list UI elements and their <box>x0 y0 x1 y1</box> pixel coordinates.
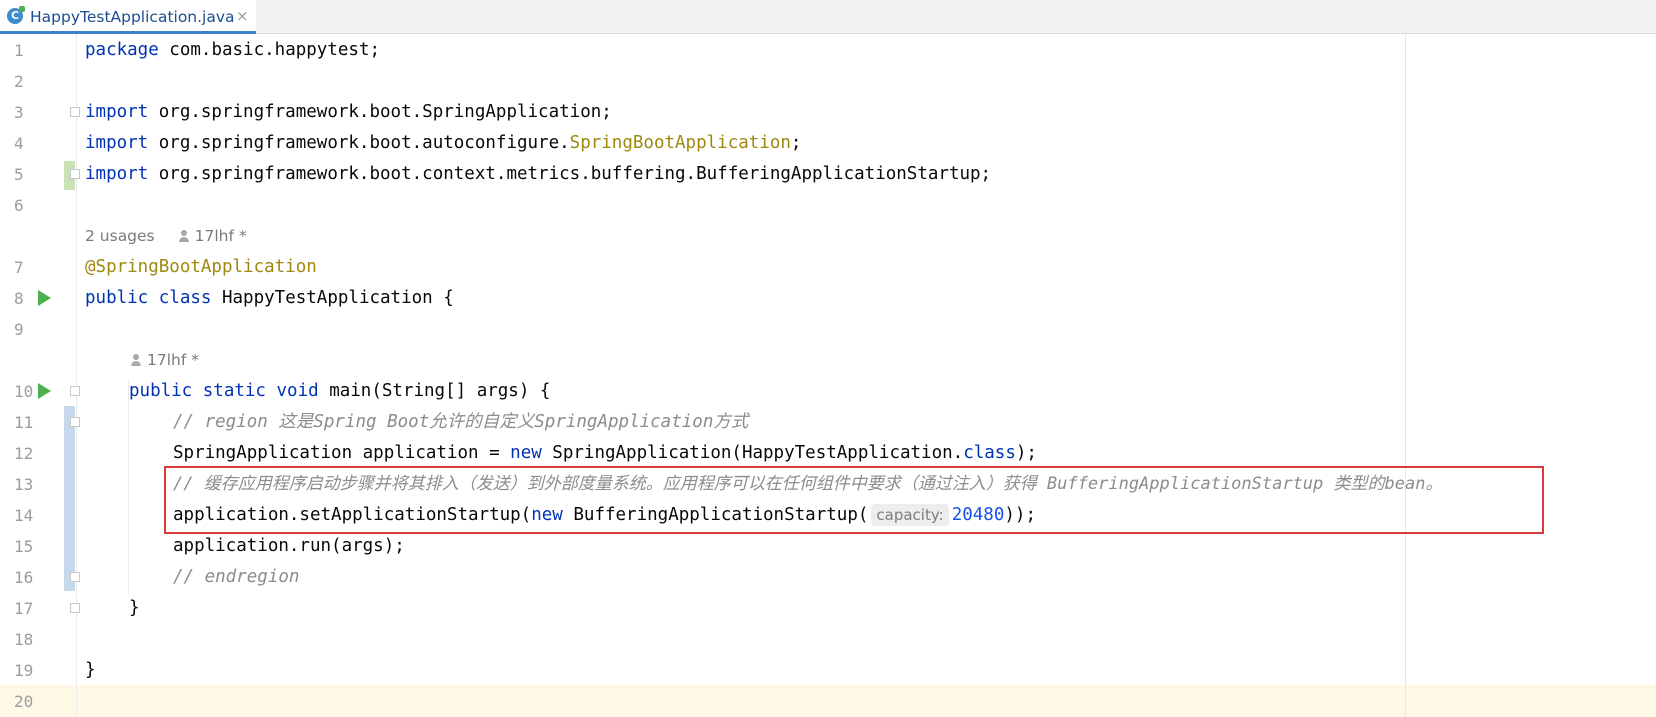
line-number: 10 <box>14 382 34 401</box>
editor-gutter <box>0 34 76 717</box>
gutter-separator <box>76 34 77 717</box>
keyword: new <box>510 443 542 463</box>
keyword: import <box>85 164 149 184</box>
tab-label: HappyTestApplication.java <box>30 8 235 26</box>
code-line[interactable]: } <box>129 593 140 624</box>
code-line[interactable]: } <box>85 655 96 686</box>
fold-icon[interactable] <box>70 386 80 396</box>
indent-guide <box>128 380 129 594</box>
code-line[interactable]: @SpringBootApplication <box>85 252 317 283</box>
code-text: ); <box>1015 443 1037 463</box>
code-text: main(String[] args) { <box>318 381 551 401</box>
code-text: com.basic.happytest; <box>158 40 381 60</box>
usages-hint[interactable]: 2 usages <box>85 227 155 245</box>
code-line[interactable]: public class HappyTestApplication { <box>85 283 454 314</box>
code-text: org.springframework.boot.SpringApplicati… <box>148 102 612 122</box>
code-text: SpringApplication(HappyTestApplication. <box>541 443 964 463</box>
line-number: 3 <box>14 103 24 122</box>
code-line[interactable]: import org.springframework.boot.SpringAp… <box>85 97 612 128</box>
line-number: 5 <box>14 165 24 184</box>
person-icon <box>178 230 189 242</box>
line-number: 4 <box>14 134 24 153</box>
right-margin-guide <box>1405 34 1406 717</box>
keyword: import <box>85 102 149 122</box>
fold-icon[interactable] <box>70 107 80 117</box>
annotation: @SpringBootApplication <box>85 257 317 277</box>
keyword: public class <box>85 288 212 308</box>
line-number: 13 <box>14 475 34 494</box>
code-vision-hint[interactable]: 17lhf * <box>131 345 199 376</box>
code-text: application.run(args); <box>173 536 405 556</box>
line-number: 14 <box>14 506 34 525</box>
code-line[interactable]: import org.springframework.boot.autoconf… <box>85 128 801 159</box>
line-number: 20 <box>14 692 34 711</box>
line-number: 12 <box>14 444 34 463</box>
run-icon[interactable] <box>38 383 51 399</box>
editor-tab-bar: C HappyTestApplication.java × <box>0 0 1656 34</box>
line-number: 19 <box>14 661 34 680</box>
fold-icon[interactable] <box>70 417 80 427</box>
line-number: 1 <box>14 41 24 60</box>
keyword: public static void <box>129 381 319 401</box>
comment: // region 这是Spring Boot允许的自定义SpringAppli… <box>173 412 749 432</box>
line-number: 9 <box>14 320 24 339</box>
java-class-icon: C <box>7 6 25 24</box>
run-icon[interactable] <box>38 290 51 306</box>
code-line[interactable]: import org.springframework.boot.context.… <box>85 159 991 190</box>
line-number: 2 <box>14 72 24 91</box>
author-hint[interactable]: 17lhf * <box>195 227 247 245</box>
line-number: 15 <box>14 537 34 556</box>
line-number: 18 <box>14 630 34 649</box>
line-number: 7 <box>14 258 24 277</box>
keyword: class <box>963 443 1016 463</box>
close-icon[interactable]: × <box>236 7 249 25</box>
code-line[interactable]: application.run(args); <box>173 531 405 562</box>
code-text: } <box>129 598 140 618</box>
code-line[interactable]: package com.basic.happytest; <box>85 35 380 66</box>
line-number: 6 <box>14 196 24 215</box>
line-number: 16 <box>14 568 34 587</box>
code-text: HappyTestApplication { <box>211 288 454 308</box>
line-number: 8 <box>14 289 24 308</box>
code-text: ; <box>790 133 802 153</box>
person-icon <box>131 354 141 366</box>
code-text: SpringApplication application = <box>173 443 511 463</box>
code-vision-hint[interactable]: 2 usages 17lhf * <box>85 221 247 252</box>
line-number: 17 <box>14 599 34 618</box>
annotation-reference: SpringBootApplication <box>569 133 791 153</box>
fold-icon[interactable] <box>70 603 80 613</box>
author-hint[interactable]: 17lhf * <box>147 351 199 369</box>
keyword: import <box>85 133 149 153</box>
code-line[interactable]: // endregion <box>173 562 299 593</box>
code-text: } <box>85 660 96 680</box>
comment: // endregion <box>173 567 300 587</box>
fold-icon[interactable] <box>70 572 80 582</box>
tab-happytestapplication[interactable]: C HappyTestApplication.java × <box>0 0 256 34</box>
code-line[interactable]: SpringApplication application = new Spri… <box>173 438 1037 469</box>
code-line[interactable]: // region 这是Spring Boot允许的自定义SpringAppli… <box>173 407 748 438</box>
vcs-change-marker[interactable] <box>64 406 75 591</box>
keyword: package <box>85 40 159 60</box>
red-highlight-box <box>164 466 1544 534</box>
line-number: 11 <box>14 413 34 432</box>
code-line[interactable]: public static void main(String[] args) { <box>129 376 550 407</box>
code-text: org.springframework.boot.autoconfigure. <box>148 133 570 153</box>
current-line-highlight <box>0 685 1656 717</box>
code-text: org.springframework.boot.context.metrics… <box>148 164 992 184</box>
fold-icon[interactable] <box>70 169 80 179</box>
